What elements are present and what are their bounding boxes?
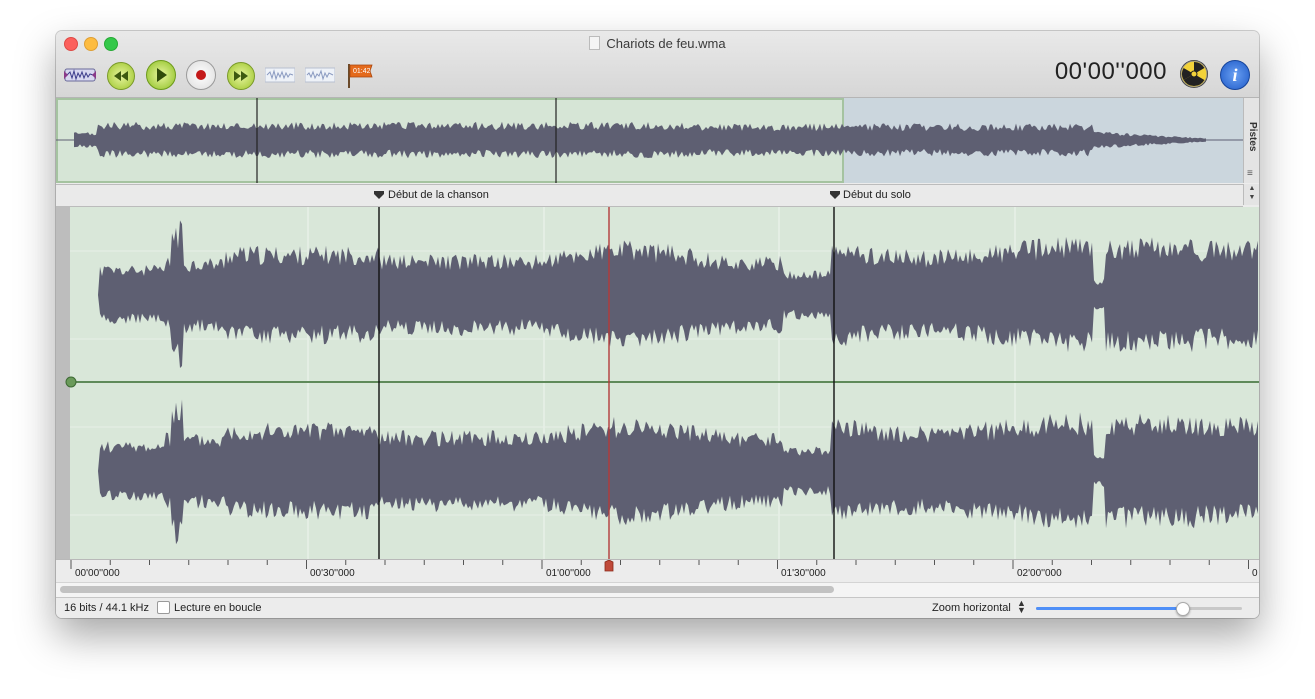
record-button[interactable] (186, 60, 216, 90)
marker-bar[interactable]: Début de la chanson Début du solo (56, 184, 1243, 207)
tracks-tab-label: Pistes (1247, 122, 1258, 152)
waveform-b-icon (305, 67, 335, 83)
info-button[interactable]: i (1220, 60, 1250, 90)
document-icon (589, 36, 601, 50)
play-icon (157, 68, 167, 82)
zoom-stepper-icon[interactable]: ▲ ▼ (1017, 599, 1026, 615)
waveform-a-icon (265, 67, 295, 83)
status-bar: 16 bits / 44.1 kHz Lecture en boucle Zoo… (56, 597, 1259, 618)
zoom-label: Zoom horizontal (932, 602, 1011, 614)
main-waveform (65, 207, 1259, 559)
marker-label[interactable]: Début du solo (843, 189, 911, 201)
window-title-area: Chariots de feu.wma (56, 36, 1259, 51)
nuclear-icon (1180, 60, 1208, 88)
zoom-slider-fill (1036, 607, 1183, 610)
playhead-handle[interactable] (604, 560, 614, 572)
waveform-b-button[interactable] (304, 60, 336, 90)
timecode-display: 00'00''000 (1054, 58, 1167, 85)
track-handle[interactable] (65, 376, 77, 388)
flag-icon (348, 64, 373, 88)
tick-label: 01'00''000 (546, 568, 591, 579)
waveform-tool-button[interactable] (64, 60, 96, 90)
track-scroll-arrows[interactable]: ▲ ▼ (1243, 184, 1259, 205)
rewind-button[interactable] (107, 62, 135, 90)
zoom-slider-knob[interactable] (1176, 602, 1191, 616)
rewind-icon (114, 71, 128, 81)
waveform-editor[interactable] (56, 207, 1259, 559)
waveform-tool-icon (64, 68, 96, 82)
horizontal-scrollbar[interactable] (56, 582, 1259, 597)
waveform-a-button[interactable] (264, 60, 296, 90)
marker-label[interactable]: Début de la chanson (388, 189, 489, 201)
flag-badge: 01:42 (353, 68, 371, 75)
tick-label: 00'00''000 (75, 568, 120, 579)
loop-checkbox[interactable] (157, 601, 170, 614)
tick-label: 01'30''000 (781, 568, 826, 579)
play-button[interactable] (146, 60, 176, 90)
tick-label: 0 (1252, 568, 1258, 579)
window-title: Chariots de feu.wma (606, 36, 726, 51)
tick-label: 02'00''000 (1017, 568, 1062, 579)
info-icon: i (1232, 65, 1237, 85)
horizontal-scroll-thumb[interactable] (60, 586, 834, 593)
loop-label[interactable]: Lecture en boucle (174, 602, 261, 614)
overview-panel[interactable] (56, 98, 1243, 183)
audio-format: 16 bits / 44.1 kHz (64, 602, 149, 614)
fast-forward-button[interactable] (227, 62, 255, 90)
overview-waveform (56, 98, 1243, 183)
time-ruler[interactable]: 00'00''000 00'30''000 01'00''000 01'30''… (56, 559, 1259, 582)
nuclear-button[interactable] (1180, 60, 1208, 88)
app-window: Chariots de feu.wma 01:42 00'00''000 i P… (56, 31, 1259, 618)
tick-label: 00'30''000 (310, 568, 355, 579)
fast-forward-icon (234, 71, 248, 81)
titlebar: Chariots de feu.wma 01:42 00'00''000 i (56, 31, 1259, 98)
zoom-slider[interactable] (1036, 602, 1242, 616)
ruler-ticks (70, 560, 1249, 569)
svg-text:i: i (1232, 65, 1237, 85)
record-icon (196, 70, 206, 80)
tracks-side-tab[interactable]: Pistes ≡ (1243, 98, 1259, 183)
marker-pin-icon[interactable] (374, 191, 384, 199)
marker-pin-icon[interactable] (830, 191, 840, 199)
flag-button[interactable]: 01:42 (346, 60, 374, 90)
tracks-menu-icon: ≡ (1247, 168, 1253, 179)
